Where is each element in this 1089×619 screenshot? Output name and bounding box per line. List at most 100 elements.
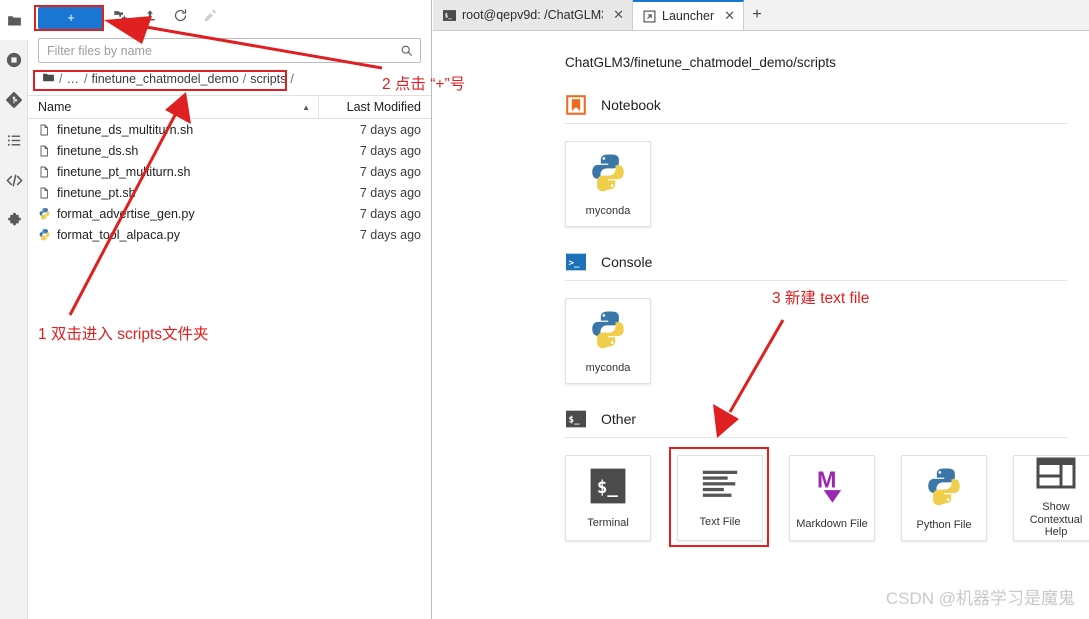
file-list-item[interactable]: format_advertise_gen.py 7 days ago (28, 203, 431, 224)
list-icon (6, 132, 23, 149)
launcher-sections: Notebook myconda >_ Console myconda $_ O… (433, 94, 1089, 547)
sidebar-item-code[interactable] (0, 160, 28, 200)
file-name-label: finetune_ds_multiturn.sh (57, 122, 194, 137)
file-icon (38, 186, 51, 200)
tab-close-button[interactable]: ✕ (724, 8, 735, 24)
breadcrumb-item-finetune-chatmodel-demo[interactable]: finetune_chatmodel_demo (91, 72, 238, 86)
launcher-card-text-file[interactable]: Text File (677, 455, 763, 541)
python-file-icon (38, 207, 51, 221)
breadcrumb[interactable]: / … / finetune_chatmodel_demo / scripts … (38, 69, 421, 89)
tab-launcher[interactable]: Launcher ✕ (633, 0, 745, 30)
new-tab-button[interactable]: + (744, 0, 771, 30)
terminal-square-icon: $_ (589, 467, 627, 510)
sidebar-item-running-terminals[interactable] (0, 40, 28, 80)
new-launcher-button[interactable]: + (38, 7, 104, 29)
upload-button[interactable] (136, 5, 164, 31)
svg-text:M: M (817, 466, 836, 492)
sort-ascending-icon: ▲ (302, 102, 310, 112)
launcher-card-label: Python File (916, 518, 972, 531)
sidebar-item-git[interactable] (0, 80, 28, 120)
svg-text:>_: >_ (569, 257, 581, 268)
python-icon (587, 151, 629, 198)
launcher-card-label: myconda (585, 361, 631, 374)
launcher-card-markdown-file[interactable]: M Markdown File (789, 455, 875, 541)
tab-terminal[interactable]: $_ root@qepv9d: /ChatGLM3/fi ✕ (433, 0, 633, 30)
left-sidebar-rail (0, 0, 28, 619)
delete-button[interactable] (196, 5, 224, 31)
file-name-cell[interactable]: finetune_ds.sh (28, 144, 319, 158)
folder-icon (6, 12, 23, 29)
section-header: Notebook (565, 94, 1067, 124)
python-icon (587, 308, 629, 355)
launcher-card-terminal[interactable]: $_ Terminal (565, 455, 651, 541)
search-input[interactable] (39, 43, 400, 58)
launcher-card-show-contextual-help[interactable]: Show Contextual Help (1013, 455, 1089, 541)
text-file-icon (699, 468, 741, 509)
tab-close-button[interactable]: ✕ (613, 7, 624, 23)
sidebar-item-extensions[interactable] (0, 200, 28, 240)
file-list-item[interactable]: finetune_pt_multiturn.sh 7 days ago (28, 161, 431, 182)
file-name-cell[interactable]: format_advertise_gen.py (28, 207, 319, 221)
launcher-card-wrapper: Show Contextual Help (1013, 455, 1089, 541)
section-cards: myconda (565, 298, 1089, 384)
python-file-icon (38, 228, 51, 242)
file-name-cell[interactable]: finetune_ds_multiturn.sh (28, 123, 319, 137)
launcher-card-label: Markdown File (796, 517, 868, 530)
file-name-label: finetune_ds.sh (57, 143, 139, 158)
launcher-card-python-file[interactable]: Python File (901, 455, 987, 541)
svg-text:$_: $_ (445, 12, 453, 19)
tab-label: Launcher (662, 9, 715, 23)
file-modified-cell: 7 days ago (359, 206, 421, 221)
file-name-cell[interactable]: format_tool_alpaca.py (28, 228, 319, 242)
file-list-item[interactable]: format_tool_alpaca.py 7 days ago (28, 224, 431, 245)
file-list-item[interactable]: finetune_ds_multiturn.sh 7 days ago (28, 119, 431, 140)
file-modified-cell: 7 days ago (359, 122, 421, 137)
column-header-last-modified[interactable]: Last Modified (319, 100, 431, 114)
code-brackets-icon (5, 171, 24, 190)
launcher-card-myconda[interactable]: myconda (565, 298, 651, 384)
other-icon: $_ (565, 408, 587, 430)
launcher-card-myconda[interactable]: myconda (565, 141, 651, 227)
upload-icon (143, 8, 157, 28)
launcher-card-wrapper: myconda (565, 141, 651, 227)
launcher-section-notebook: Notebook myconda (433, 94, 1089, 227)
breadcrumb-sep-3: / (290, 72, 294, 86)
section-header: $_ Other (565, 408, 1067, 438)
section-header: >_ Console (565, 251, 1067, 281)
contextual-help-icon (1036, 457, 1076, 494)
file-list-item[interactable]: finetune_pt.sh 7 days ago (28, 182, 431, 203)
breadcrumb-sep-1: / (83, 72, 88, 86)
file-modified-cell: 7 days ago (359, 185, 421, 200)
svg-text:$_: $_ (597, 478, 618, 498)
search-icon (400, 44, 420, 57)
file-name-cell[interactable]: finetune_pt.sh (28, 186, 319, 200)
launcher-card-label: myconda (585, 204, 631, 217)
breadcrumb-item-scripts[interactable]: scripts (250, 72, 286, 86)
column-header-name[interactable]: Name ▲ (28, 96, 319, 118)
launcher-card-label: Show Contextual Help (1029, 501, 1083, 539)
file-list-item[interactable]: finetune_ds.sh 7 days ago (28, 140, 431, 161)
notebook-icon (565, 94, 587, 116)
breadcrumb-root-folder-icon[interactable] (42, 71, 55, 87)
refresh-button[interactable] (166, 5, 194, 31)
file-icon (38, 165, 51, 179)
file-modified-cell: 7 days ago (359, 143, 421, 158)
launcher-card-wrapper: M Markdown File (789, 455, 875, 541)
main-area: $_ root@qepv9d: /ChatGLM3/fi ✕ Launcher … (433, 0, 1089, 619)
filter-files-field[interactable] (38, 38, 421, 63)
file-modified-cell: 7 days ago (359, 227, 421, 242)
sidebar-item-file-browser[interactable] (0, 0, 28, 40)
file-modified-cell: 7 days ago (359, 164, 421, 179)
launcher-card-wrapper: $_ Terminal (565, 455, 651, 541)
breadcrumb-ellipsis[interactable]: … (66, 72, 80, 86)
sidebar-item-table-of-contents[interactable] (0, 120, 28, 160)
file-name-cell[interactable]: finetune_pt_multiturn.sh (28, 165, 319, 179)
terminal-icon: $_ (443, 9, 456, 22)
new-folder-button[interactable] (106, 5, 134, 31)
launcher-card-wrapper: Text File (669, 447, 769, 547)
file-name-label: format_tool_alpaca.py (57, 227, 180, 242)
launcher-icon (643, 10, 656, 23)
git-diamond-icon (5, 91, 23, 109)
launcher-card-label: Terminal (587, 516, 629, 529)
delete-icon (203, 8, 218, 28)
